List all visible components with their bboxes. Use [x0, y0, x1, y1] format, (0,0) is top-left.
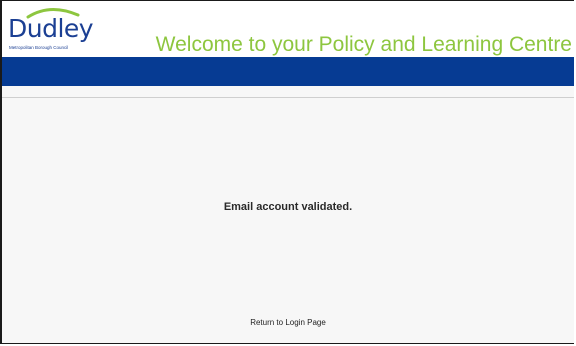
welcome-title: Welcome to your Policy and Learning Cent… — [155, 33, 572, 56]
page-frame: Dudley Metropolitan Borough Council Welc… — [0, 0, 574, 344]
dudley-logo: Dudley Metropolitan Borough Council — [8, 5, 98, 53]
main-content: Email account validated. Return to Login… — [2, 98, 574, 343]
nav-bar — [2, 57, 574, 86]
return-to-login-link[interactable]: Return to Login Page — [2, 318, 574, 328]
logo-wordmark: Dudley — [8, 14, 94, 43]
logo-subtitle: Metropolitan Borough Council — [9, 45, 69, 50]
sub-bar — [2, 86, 574, 98]
header: Dudley Metropolitan Borough Council Welc… — [2, 1, 574, 57]
validation-message: Email account validated. — [223, 201, 353, 213]
